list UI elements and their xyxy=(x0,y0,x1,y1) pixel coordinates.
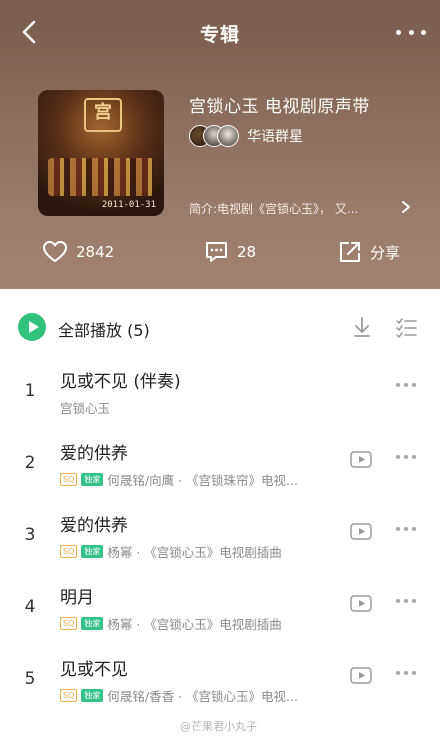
track-name: 见或不见 xyxy=(60,660,128,680)
share-button[interactable]: 分享 xyxy=(338,240,400,264)
track-more-icon[interactable] xyxy=(396,383,416,389)
comment-button[interactable]: 28 xyxy=(204,240,256,264)
track-name: 爱的供养 xyxy=(60,516,128,536)
track-row[interactable]: 5 见或不见 SQ 独家 何晟铭/香香 · 《宫锁心玉》电视... xyxy=(0,655,440,727)
page-title: 专辑 xyxy=(199,24,240,46)
share-icon xyxy=(340,242,360,262)
track-name: 爱的供养 xyxy=(60,444,128,464)
chevron-right-icon[interactable] xyxy=(400,200,412,214)
artist-row[interactable]: 华语群星 xyxy=(189,124,303,148)
like-button[interactable]: 2842 xyxy=(42,240,114,264)
album-cover[interactable]: 宫 2011-01-31 xyxy=(38,90,164,216)
play-all-bar: 全部播放 (5) xyxy=(0,289,440,363)
artist-name: 华语群星 xyxy=(247,129,303,145)
mv-play-icon[interactable] xyxy=(350,595,372,612)
track-subtitle: 宫锁心玉 xyxy=(60,401,111,416)
track-row[interactable]: 4 明月 SQ 独家 杨幂 · 《宫锁心玉》电视剧插曲 xyxy=(0,583,440,655)
track-artist-info: 何晟铭/香香 · 《宫锁心玉》电视... xyxy=(107,689,298,704)
like-count: 2842 xyxy=(76,243,115,261)
exclusive-badge: 独家 xyxy=(81,545,104,558)
track-subtitle: SQ 独家 何晟铭/向鹰 · 《宫锁珠帘》电视... xyxy=(60,470,298,489)
track-subtitle: SQ 独家 杨幂 · 《宫锁心玉》电视剧插曲 xyxy=(60,614,282,633)
track-row[interactable]: 3 爱的供养 SQ 独家 杨幂 · 《宫锁心玉》电视剧插曲 xyxy=(0,511,440,583)
heart-icon xyxy=(43,241,67,262)
cover-figures xyxy=(48,158,154,196)
watermark: @芒果君小丸子 xyxy=(180,720,257,733)
artist-avatar xyxy=(217,125,239,147)
top-bar: 专辑 xyxy=(0,0,440,66)
stats-bar: 2842 28 分享 xyxy=(0,236,440,272)
track-list-panel: 全部播放 (5) 1 见或不见 (伴奏) 宫锁心玉 2 爱的供养 SQ 独家 何… xyxy=(0,289,440,739)
cover-date: 2011-01-31 xyxy=(101,200,156,210)
comment-count: 28 xyxy=(237,243,257,261)
exclusive-badge: 独家 xyxy=(81,689,104,702)
more-options-icon[interactable] xyxy=(396,18,426,46)
album-name: 宫锁心玉 电视剧原声带 xyxy=(189,97,370,117)
track-name: 明月 xyxy=(60,588,94,608)
mv-play-icon[interactable] xyxy=(350,523,372,540)
share-label: 分享 xyxy=(370,243,401,262)
track-number: 4 xyxy=(24,597,36,617)
track-subtitle: SQ 独家 何晟铭/香香 · 《宫锁心玉》电视... xyxy=(60,686,298,705)
track-number: 1 xyxy=(24,381,36,401)
play-all-icon[interactable] xyxy=(18,313,46,341)
track-more-icon[interactable] xyxy=(396,671,416,677)
exclusive-badge: 独家 xyxy=(81,617,104,630)
track-artist-info: 杨幂 · 《宫锁心玉》电视剧插曲 xyxy=(107,617,282,632)
track-number: 5 xyxy=(24,669,36,689)
mv-play-icon[interactable] xyxy=(350,451,372,468)
album-intro[interactable]: 简介:电视剧《宫锁心玉》， 又... xyxy=(189,200,415,217)
track-artist-info: 何晟铭/向鹰 · 《宫锁珠帘》电视... xyxy=(107,473,298,488)
album-header: 专辑 宫 2011-01-31 宫锁心玉 电视剧原声带 华语群星 简介:电视剧《… xyxy=(0,0,440,289)
track-row[interactable]: 2 爱的供养 SQ 独家 何晟铭/向鹰 · 《宫锁珠帘》电视... xyxy=(0,439,440,511)
sq-badge: SQ xyxy=(60,617,78,630)
track-more-icon[interactable] xyxy=(396,527,416,533)
multi-select-icon[interactable] xyxy=(395,316,417,338)
download-icon[interactable] xyxy=(351,316,373,338)
track-more-icon[interactable] xyxy=(396,599,416,605)
play-all-button[interactable]: 全部播放 (5) xyxy=(58,317,150,341)
track-row[interactable]: 1 见或不见 (伴奏) 宫锁心玉 xyxy=(0,367,440,439)
sq-badge: SQ xyxy=(60,689,78,702)
track-number: 2 xyxy=(24,453,36,473)
track-subtitle: SQ 独家 杨幂 · 《宫锁心玉》电视剧插曲 xyxy=(60,542,282,561)
mv-play-icon[interactable] xyxy=(350,667,372,684)
comment-icon xyxy=(206,242,227,262)
exclusive-badge: 独家 xyxy=(81,473,104,486)
track-number: 3 xyxy=(24,525,36,545)
track-more-icon[interactable] xyxy=(396,455,416,461)
sq-badge: SQ xyxy=(60,473,78,486)
sq-badge: SQ xyxy=(60,545,78,558)
track-name: 见或不见 (伴奏) xyxy=(60,372,181,392)
track-artist-info: 杨幂 · 《宫锁心玉》电视剧插曲 xyxy=(107,545,282,560)
cover-palace-sign: 宫 xyxy=(84,98,122,132)
